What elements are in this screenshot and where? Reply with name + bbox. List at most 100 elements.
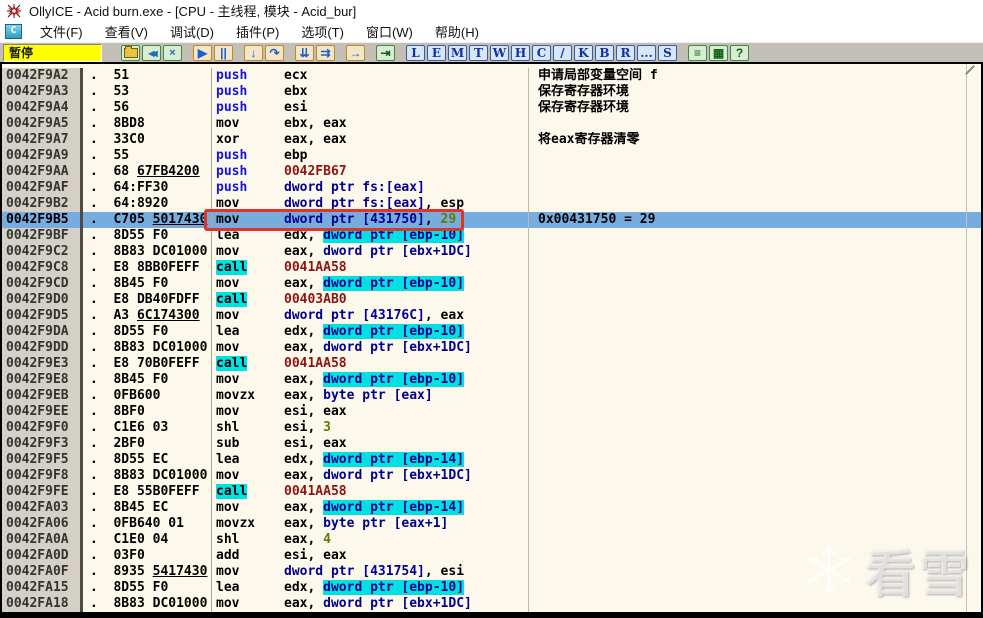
- hex-bytes-cell[interactable]: . E8 55B0FEFF: [83, 484, 212, 500]
- instruction-cell[interactable]: sub esi, eax: [212, 436, 529, 452]
- hex-bytes-cell[interactable]: . 51: [83, 68, 212, 84]
- disasm-row[interactable]: 0042F9DD. 8B83 DC01000 mov eax, dword ptr …: [2, 340, 981, 356]
- disasm-row[interactable]: 0042F9AF. 64:FF30 push dword ptr fs:[eax]: [2, 180, 981, 196]
- cpu-window-icon[interactable]: C: [5, 24, 22, 39]
- menu-item-debug[interactable]: 调试(D): [159, 20, 225, 43]
- disasm-row[interactable]: 0042F9EE. 8BF0 mov esi, eax: [2, 404, 981, 420]
- hex-bytes-cell[interactable]: . 8B45 F0: [83, 276, 212, 292]
- instruction-cell[interactable]: add esi, eax: [212, 548, 529, 564]
- disasm-row[interactable]: 0042F9A7. 33C0 xor eax, eax 将eax寄存器清零: [2, 132, 981, 148]
- disasm-row[interactable]: 0042F9BF. 8D55 F0 lea edx, dword ptr [ebp-…: [2, 228, 981, 244]
- view-references-button[interactable]: R: [616, 45, 635, 61]
- comment-cell[interactable]: [529, 532, 981, 548]
- disasm-row[interactable]: 0042F9D5. A3 6C174300 mov dword ptr [43176…: [2, 308, 981, 324]
- instruction-cell[interactable]: mov eax, dword ptr [ebx+1DC]: [212, 596, 529, 612]
- disasm-row[interactable]: 0042F9AA. 68 67FB4200 push 0042FB67: [2, 164, 981, 180]
- instruction-cell[interactable]: push 0042FB67: [212, 164, 529, 180]
- address-cell[interactable]: 0042F9DD: [2, 340, 83, 356]
- address-cell[interactable]: 0042F9A4: [2, 100, 83, 116]
- address-cell[interactable]: 0042F9A5: [2, 116, 83, 132]
- comment-cell[interactable]: [529, 388, 981, 404]
- comment-cell[interactable]: [529, 164, 981, 180]
- disasm-row[interactable]: 0042F9CD. 8B45 F0 mov eax, dword ptr [ebp-…: [2, 276, 981, 292]
- address-cell[interactable]: 0042F9DA: [2, 324, 83, 340]
- menu-item-window[interactable]: 窗口(W): [355, 20, 424, 43]
- disasm-row[interactable]: 0042F9FE. E8 55B0FEFF call 0041AA58: [2, 484, 981, 500]
- comment-cell[interactable]: [529, 228, 981, 244]
- hex-bytes-cell[interactable]: . 64:FF30: [83, 180, 212, 196]
- instruction-cell[interactable]: mov dword ptr [431754], esi: [212, 564, 529, 580]
- view-log-button[interactable]: L: [406, 45, 425, 61]
- instruction-cell[interactable]: lea edx, dword ptr [ebp-14]: [212, 452, 529, 468]
- comment-cell[interactable]: [529, 324, 981, 340]
- hex-bytes-cell[interactable]: . E8 8BB0FEFF: [83, 260, 212, 276]
- menu-item-help[interactable]: 帮助(H): [424, 20, 490, 43]
- disasm-row[interactable]: 0042F9D0. E8 DB40FDFF call 00403AB0: [2, 292, 981, 308]
- instruction-cell[interactable]: call 0041AA58: [212, 260, 529, 276]
- comment-cell[interactable]: [529, 404, 981, 420]
- help-button[interactable]: ?: [730, 45, 749, 61]
- disasm-row[interactable]: 0042FA18. 8B83 DC01000 mov eax, dword ptr …: [2, 596, 981, 612]
- comment-cell[interactable]: [529, 116, 981, 132]
- view-threads-button[interactable]: T: [469, 45, 488, 61]
- address-cell[interactable]: 0042F9F5: [2, 452, 83, 468]
- address-cell[interactable]: 0042F9B5: [2, 212, 83, 228]
- address-cell[interactable]: 0042FA06: [2, 516, 83, 532]
- hex-bytes-cell[interactable]: . 8BD8: [83, 116, 212, 132]
- instruction-cell[interactable]: push dword ptr fs:[eax]: [212, 180, 529, 196]
- hex-bytes-cell[interactable]: . C1E0 04: [83, 532, 212, 548]
- disasm-row[interactable]: 0042FA0A. C1E0 04 shl eax, 4: [2, 532, 981, 548]
- comment-cell[interactable]: 将eax寄存器清零: [529, 132, 981, 148]
- instruction-cell[interactable]: mov eax, dword ptr [ebp-10]: [212, 276, 529, 292]
- hex-bytes-cell[interactable]: . 53: [83, 84, 212, 100]
- comment-cell[interactable]: [529, 244, 981, 260]
- disasm-row[interactable]: 0042F9F8. 8B83 DC01000 mov eax, dword ptr …: [2, 468, 981, 484]
- instruction-cell[interactable]: mov dword ptr [431750], 29: [212, 212, 529, 228]
- comment-cell[interactable]: [529, 484, 981, 500]
- disasm-row[interactable]: 0042FA15. 8D55 F0 lea edx, dword ptr [ebp-…: [2, 580, 981, 596]
- hex-bytes-cell[interactable]: . E8 70B0FEFF: [83, 356, 212, 372]
- comment-cell[interactable]: [529, 276, 981, 292]
- instruction-cell[interactable]: call 0041AA58: [212, 356, 529, 372]
- hex-bytes-cell[interactable]: . 03F0: [83, 548, 212, 564]
- hex-bytes-cell[interactable]: . 8B45 F0: [83, 372, 212, 388]
- comment-cell[interactable]: [529, 468, 981, 484]
- hex-bytes-cell[interactable]: . 56: [83, 100, 212, 116]
- comment-cell[interactable]: [529, 180, 981, 196]
- view-executables-button[interactable]: E: [427, 45, 446, 61]
- close-program-button[interactable]: ×: [163, 45, 182, 61]
- hex-bytes-cell[interactable]: . E8 DB40FDFF: [83, 292, 212, 308]
- view-breakpoints-button[interactable]: B: [595, 45, 614, 61]
- run-button[interactable]: ▶: [193, 45, 212, 61]
- disasm-row[interactable]: 0042F9A5. 8BD8 mov ebx, eax: [2, 116, 981, 132]
- view-call-stack-button[interactable]: K: [574, 45, 593, 61]
- disasm-row[interactable]: 0042F9C8. E8 8BB0FEFF call 0041AA58: [2, 260, 981, 276]
- view-cpu-button[interactable]: C: [532, 45, 551, 61]
- instruction-cell[interactable]: push ebx: [212, 84, 529, 100]
- address-cell[interactable]: 0042FA03: [2, 500, 83, 516]
- instruction-cell[interactable]: push ebp: [212, 148, 529, 164]
- instruction-cell[interactable]: mov eax, dword ptr [ebx+1DC]: [212, 340, 529, 356]
- comment-cell[interactable]: [529, 580, 981, 596]
- comment-cell[interactable]: [529, 260, 981, 276]
- disasm-row[interactable]: 0042F9F3. 2BF0 sub esi, eax: [2, 436, 981, 452]
- comment-cell[interactable]: 申请局部变量空间 f: [529, 68, 981, 84]
- menu-item-options[interactable]: 选项(T): [290, 20, 355, 43]
- address-cell[interactable]: 0042F9E3: [2, 356, 83, 372]
- address-cell[interactable]: 0042F9A2: [2, 68, 83, 84]
- view-memory-button[interactable]: M: [448, 45, 467, 61]
- disasm-row[interactable]: 0042F9C2. 8B83 DC01000 mov eax, dword ptr …: [2, 244, 981, 260]
- comment-cell[interactable]: [529, 596, 981, 612]
- address-cell[interactable]: 0042F9E8: [2, 372, 83, 388]
- address-cell[interactable]: 0042F9AA: [2, 164, 83, 180]
- disasm-row[interactable]: 0042F9DA. 8D55 F0 lea edx, dword ptr [ebp-…: [2, 324, 981, 340]
- comment-cell[interactable]: [529, 452, 981, 468]
- address-cell[interactable]: 0042FA0D: [2, 548, 83, 564]
- step-over-button[interactable]: ↷: [265, 45, 284, 61]
- hex-bytes-cell[interactable]: . 8D55 EC: [83, 452, 212, 468]
- instruction-cell[interactable]: lea edx, dword ptr [ebp-10]: [212, 228, 529, 244]
- disasm-row[interactable]: 0042F9B5. C705 5017430 mov dword ptr [4317…: [2, 212, 981, 228]
- disasm-row[interactable]: 0042FA03. 8B45 EC mov eax, dword ptr [ebp-…: [2, 500, 981, 516]
- disasm-row[interactable]: 0042F9EB. 0FB600 movzx eax, byte ptr [eax]: [2, 388, 981, 404]
- animate-into-button[interactable]: ⇊: [295, 45, 314, 61]
